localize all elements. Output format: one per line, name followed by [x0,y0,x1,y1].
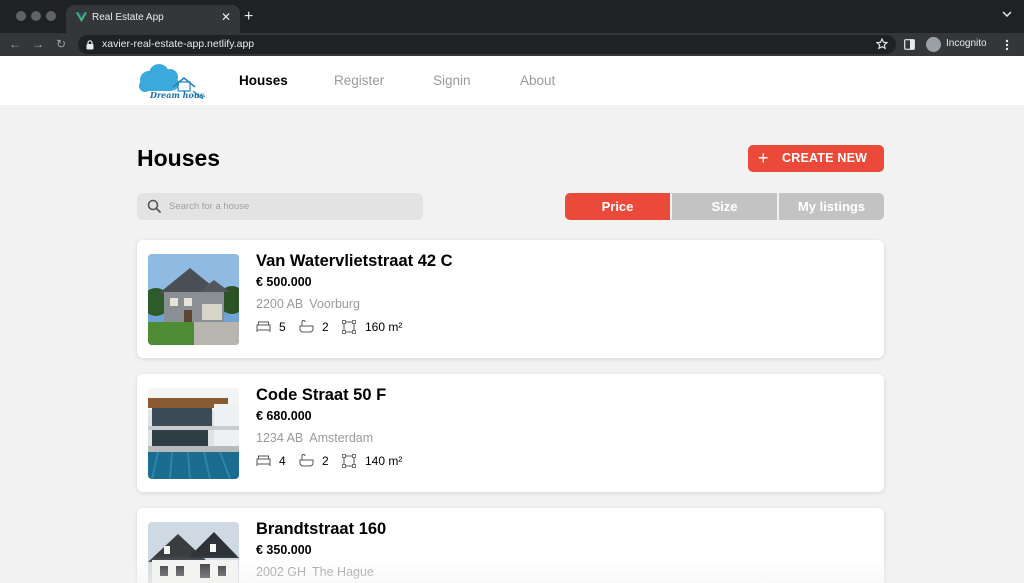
listing-price: € 500.000 [256,275,312,289]
listing-price: € 680.000 [256,409,312,423]
house-photo [148,388,239,479]
bath-icon [299,454,314,467]
url-text: xavier-real-estate-app.netlify.app [102,38,255,50]
reload-icon[interactable]: ↻ [56,37,66,51]
forward-arrow-icon[interactable]: → [32,37,44,51]
house-photo [148,522,239,583]
browser-toolbar: ← → ↻ xavier-real-estate-app.netlify.app… [0,33,1024,56]
vue-logo-icon [75,12,88,23]
search-icon [147,199,162,214]
nav-signin[interactable]: Signin [433,73,471,88]
search-box[interactable] [137,193,423,220]
search-input[interactable] [169,197,409,216]
listing-card[interactable]: Van Watervlietstraat 42 C € 500.000 2200… [137,240,884,358]
tab-search-chevron-icon[interactable] [1002,10,1012,18]
side-panel-icon[interactable] [904,39,915,50]
listing-address: Van Watervlietstraat 42 C [256,252,453,270]
floor-area: 160 m² [365,320,403,334]
incognito-label: Incognito [946,38,987,49]
tab-title: Real Estate App [92,12,164,23]
app-header: Dream house Houses Register Signin About [0,56,1024,105]
bookmark-star-icon[interactable] [876,38,888,50]
bathroom-count: 2 [322,454,329,468]
listing-location: 2200 AB Voorburg [256,297,360,311]
create-new-button[interactable]: + CREATE NEW [748,145,884,172]
dream-house-logo[interactable]: Dream house [137,63,205,99]
bathroom-count: 2 [322,320,329,334]
nav-about[interactable]: About [520,73,555,88]
lock-icon[interactable] [86,40,94,50]
listing-city: Voorburg [309,297,360,311]
browser-tab[interactable]: Real Estate App ✕ [66,5,240,33]
nav-register[interactable]: Register [334,73,384,88]
back-arrow-icon[interactable]: ← [9,37,21,51]
svg-text:Dream house: Dream house [149,90,205,99]
listing-card[interactable]: Code Straat 50 F € 680.000 1234 AB Amster… [137,374,884,492]
sort-toggle-group: Price Size My listings [565,193,884,220]
listing-location: 2002 GH The Hague [256,565,374,579]
bed-icon [256,321,271,332]
bedroom-count: 4 [279,454,286,468]
new-tab-icon[interactable]: + [244,8,253,26]
incognito-icon[interactable] [926,37,941,52]
area-icon [342,454,356,468]
floor-area: 140 m² [365,454,403,468]
area-icon [342,320,356,334]
bath-icon [299,320,314,333]
window-zoom-dot[interactable] [46,11,56,21]
listing-location: 1234 AB Amsterdam [256,431,373,445]
bed-icon [256,455,271,466]
listing-zip: 2002 GH [256,565,307,579]
bedroom-count: 5 [279,320,286,334]
nav-houses[interactable]: Houses [239,73,288,88]
sort-size-button[interactable]: Size [672,193,777,220]
sort-price-button[interactable]: Price [565,193,670,220]
create-new-label: CREATE NEW [782,151,868,165]
listing-card[interactable]: Brandtstraat 160 € 350.000 2002 GH The Ha… [137,508,884,583]
address-bar[interactable]: xavier-real-estate-app.netlify.app [78,35,896,54]
listing-city: The Hague [312,565,374,579]
listing-zip: 1234 AB [256,431,304,445]
window-minimize-dot[interactable] [31,11,41,21]
sort-my-listings-button[interactable]: My listings [779,193,884,220]
listing-price: € 350.000 [256,543,312,557]
listing-city: Amsterdam [309,431,374,445]
kebab-menu-icon[interactable] [1005,39,1009,51]
browser-tab-strip: Real Estate App ✕ + [0,0,1024,33]
listing-address: Code Straat 50 F [256,386,387,404]
house-photo [148,254,239,345]
page-title: Houses [137,145,221,171]
tab-close-icon[interactable]: ✕ [221,10,231,24]
listing-address: Brandtstraat 160 [256,520,387,538]
plus-icon: + [758,148,769,168]
listing-zip: 2200 AB [256,297,304,311]
window-close-dot[interactable] [16,11,26,21]
